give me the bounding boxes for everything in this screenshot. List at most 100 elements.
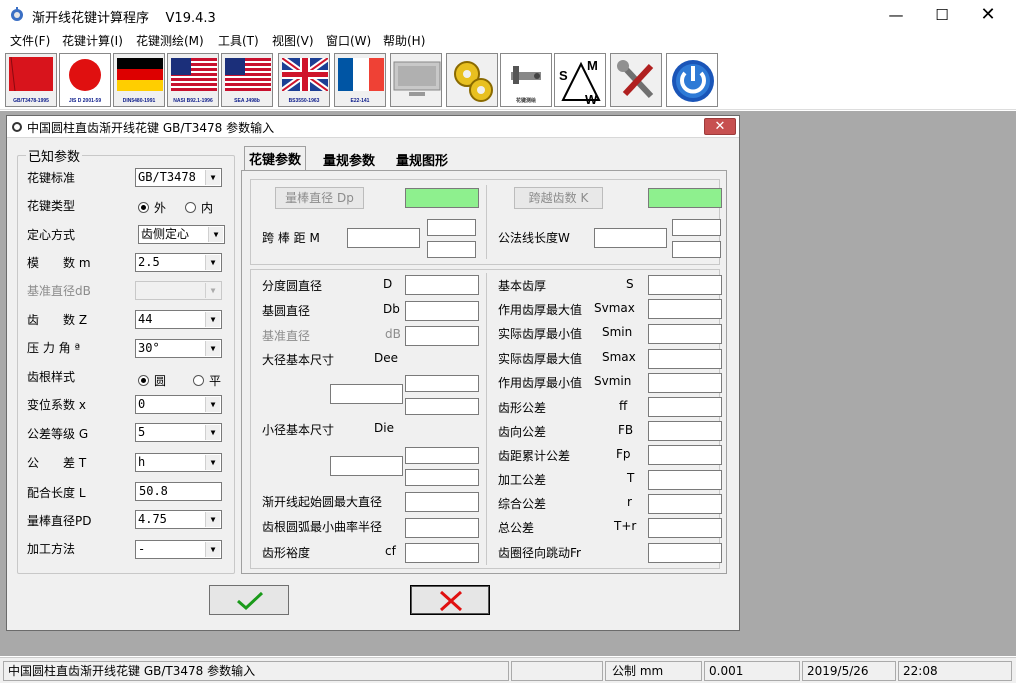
base-tangent-output (594, 228, 667, 248)
menu-help[interactable]: 帮助(H) (383, 32, 425, 49)
total-tol-output (648, 518, 722, 538)
nf-standard-button[interactable]: E22-141 (334, 53, 386, 107)
din-standard-button[interactable]: DIN5480-1991 (113, 53, 165, 107)
pin-dia-output (405, 188, 479, 208)
span-teeth-button[interactable]: 跨越齿数 K (514, 187, 603, 209)
act-min-label: 实际齿厚最小值 (498, 327, 583, 341)
chevron-down-icon: ▼ (205, 455, 220, 470)
root-flat-radio[interactable] (193, 375, 204, 386)
major-dia-upper (405, 375, 479, 392)
display-button[interactable] (390, 53, 442, 107)
shift-select[interactable]: 0 ▼ (135, 395, 222, 414)
svg-text:S: S (559, 68, 568, 83)
pin-dia-value: 4.75 (138, 512, 167, 526)
gear-calc-button[interactable] (446, 53, 498, 107)
type-external-label: 外 (154, 201, 167, 215)
pressure-angle-select[interactable]: 30° ▼ (135, 339, 222, 358)
status-text: 中国圆柱直齿渐开线花键 GB/T3478 参数输入 (3, 661, 509, 681)
tab-spline-params[interactable]: 花键参数 (244, 146, 307, 171)
root-style-label: 齿根样式 (27, 370, 76, 384)
length-input[interactable]: 50.8 (135, 482, 222, 501)
survey-button[interactable]: 花键测绘 (500, 53, 552, 107)
teeth-select[interactable]: 44 ▼ (135, 310, 222, 329)
sae-standard-button[interactable]: SEA J498b (221, 53, 273, 107)
maximize-icon[interactable]: ☐ (919, 0, 965, 30)
menu-view[interactable]: 视图(V) (272, 32, 314, 49)
cancel-button[interactable] (410, 585, 490, 615)
menu-bar: 文件(F) 花键计算(I) 花键测绘(M) 工具(T) 视图(V) 窗口(W) … (0, 30, 1016, 50)
toolbar-caption: DIN5480-1991 (122, 98, 156, 104)
eff-min-output (648, 373, 722, 393)
pitch-dia-label: 分度圆直径 (262, 279, 323, 293)
tolerance-value: h (138, 455, 146, 469)
composite-tol-output (648, 494, 722, 514)
menu-window[interactable]: 窗口(W) (326, 32, 371, 49)
grade-select[interactable]: 5 ▼ (135, 423, 222, 442)
basic-thickness-label: 基本齿厚 (498, 279, 547, 293)
type-external-radio[interactable] (138, 202, 149, 213)
menu-spline-calc[interactable]: 花键计算(I) (62, 32, 123, 49)
major-dia-lower (405, 398, 479, 415)
tolerance-select[interactable]: h ▼ (135, 453, 222, 472)
tools-button[interactable] (610, 53, 662, 107)
type-internal-label: 内 (201, 201, 214, 215)
usa-flag-icon (171, 58, 217, 91)
over-pins-output (347, 228, 420, 248)
process-select[interactable]: - ▼ (135, 540, 222, 559)
major-dia-output (330, 384, 403, 404)
tab-gauge-graphics[interactable]: 量规图形 (392, 148, 453, 170)
jis-standard-button[interactable]: JIS D 2001-59 (59, 53, 111, 107)
toolbar-caption: NASI B92.1-1996 (173, 98, 213, 104)
pin-dia-button[interactable]: 量棒直径 Dp (275, 187, 364, 209)
standard-value: GB/T3478 (138, 170, 196, 184)
measure-icon (511, 66, 541, 84)
minimize-icon[interactable]: — (873, 0, 919, 30)
pressure-angle-value: 30° (138, 341, 160, 355)
standard-select[interactable]: GB/T3478 ▼ (135, 168, 222, 187)
runout-label: 齿圈径向跳动Fr (498, 546, 581, 560)
centering-select[interactable]: 齿侧定心 ▼ (138, 225, 225, 244)
ref-dia-select[interactable]: ▼ (135, 281, 222, 300)
toolbar-caption: BS3550-1963 (288, 98, 320, 104)
root-round-radio[interactable] (138, 375, 149, 386)
menu-spline-survey[interactable]: 花键测绘(M) (136, 32, 204, 49)
tab-gauge-params[interactable]: 量规参数 (319, 148, 380, 170)
runout-output (648, 543, 722, 563)
dialog-title: 中国圆柱直齿渐开线花键 GB/T3478 参数输入 (27, 121, 275, 135)
pin-dia-select[interactable]: 4.75 ▼ (135, 510, 222, 529)
pin-dia-label: 量棒直径PD (27, 514, 92, 528)
length-label: 配合长度 L (27, 486, 86, 500)
machining-tol-output (648, 470, 722, 490)
eff-max-label: 作用齿厚最大值 (498, 303, 583, 317)
standard-label: 花键标准 (27, 171, 76, 185)
menu-tools[interactable]: 工具(T) (218, 32, 259, 49)
cross-icon (439, 590, 463, 612)
act-max-output (648, 349, 722, 369)
ansi-standard-button[interactable]: NASI B92.1-1996 (167, 53, 219, 107)
module-select[interactable]: 2.5 ▼ (135, 253, 222, 272)
bs-standard-button[interactable]: BS3550-1963 (278, 53, 330, 107)
dialog-close-button[interactable]: ✕ (704, 118, 736, 135)
root-radius-label: 齿根圆弧最小曲率半径 (262, 520, 383, 534)
ok-button[interactable] (209, 585, 289, 615)
minor-dia-upper (405, 447, 479, 464)
type-internal-radio[interactable] (185, 202, 196, 213)
total-tol-label: 总公差 (498, 521, 535, 535)
teeth-label: 齿 数 Z (27, 313, 88, 327)
toolbar: GB/T3478-1995 JIS D 2001-59 DIN5480-1991… (0, 50, 1016, 110)
power-icon (672, 60, 714, 102)
checkmark-icon (237, 591, 264, 611)
smw-button[interactable]: S M W (554, 53, 606, 107)
act-max-label: 实际齿厚最大值 (498, 352, 583, 366)
close-icon[interactable]: ✕ (965, 0, 1011, 30)
chevron-down-icon: ▼ (205, 170, 220, 185)
exit-button[interactable] (666, 53, 718, 107)
menu-file[interactable]: 文件(F) (10, 32, 50, 49)
base-tangent-label: 公法线长度W (498, 231, 570, 245)
grade-label: 公差等级 G (27, 427, 89, 441)
form-clearance-sym: cf (385, 544, 396, 558)
japan-flag-icon (69, 59, 101, 91)
profile-tol-label: 齿形公差 (498, 401, 547, 415)
basic-thickness-sym: S (626, 277, 634, 291)
gb-standard-button[interactable]: GB/T3478-1995 (5, 53, 57, 107)
